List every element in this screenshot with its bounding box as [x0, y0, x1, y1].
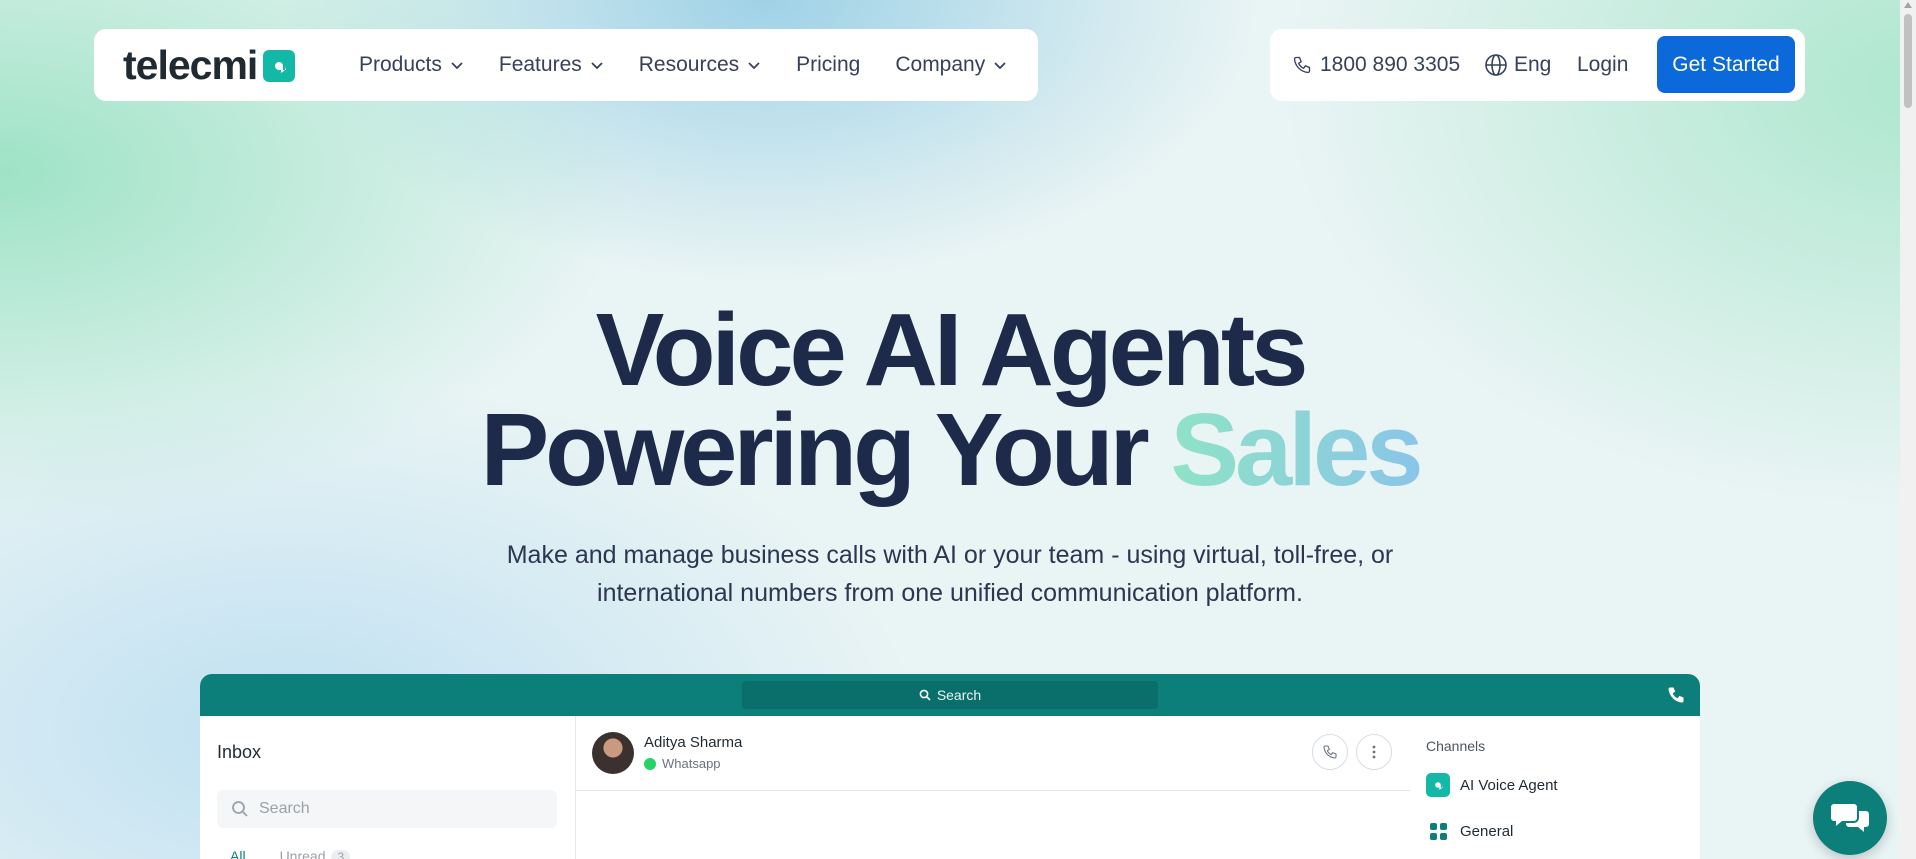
phone-icon[interactable] [1666, 685, 1686, 705]
tab-unread[interactable]: Unread 3 [280, 848, 351, 859]
nav-products-label: Products [359, 53, 442, 76]
nav-products[interactable]: Products [359, 53, 464, 77]
app-search-bar[interactable]: Search [742, 681, 1158, 709]
logo-wordmark: telecmi [123, 42, 258, 88]
language-label: Eng [1514, 53, 1552, 76]
avatar [592, 732, 634, 774]
tab-all[interactable]: All [230, 848, 246, 859]
more-vertical-icon [1372, 745, 1376, 759]
get-started-button[interactable]: Get Started [1657, 36, 1795, 93]
hero-title: Voice AI Agents Powering Your Sales [0, 292, 1900, 501]
nav-resources-label: Resources [638, 53, 740, 76]
inbox-title: Inbox [217, 742, 262, 762]
app-search-label: Search [936, 687, 982, 703]
nav-resources[interactable]: Resources [639, 53, 761, 77]
hero-title-prefix: Powering Your [480, 392, 1171, 507]
chat-bubbles-icon [1831, 804, 1869, 832]
nav-features[interactable]: Features [499, 53, 604, 77]
chevron-down-icon [994, 62, 1006, 70]
channel-label: AI Voice Agent [1460, 776, 1558, 794]
main-navigation: telecmi Products Features Resources Pric… [94, 29, 1038, 101]
live-chat-button[interactable] [1813, 781, 1887, 855]
more-options-button[interactable] [1356, 734, 1392, 770]
nav-pricing-label: Pricing [796, 53, 861, 76]
phone-icon [1323, 745, 1337, 759]
nav-company-label: Company [895, 53, 986, 76]
search-icon [919, 689, 931, 701]
phone-link[interactable]: 1800 890 3305 [1292, 29, 1460, 101]
logo-mark-icon [263, 49, 296, 82]
telecmi-logo[interactable]: telecmi [123, 42, 296, 88]
chevron-down-icon [748, 62, 760, 70]
tab-unread-label: Unread [279, 848, 326, 859]
scrollbar-thumb[interactable] [1904, 14, 1912, 108]
inbox-search-input[interactable]: Search [217, 790, 557, 828]
conversation-panel: Aditya Sharma Whatsapp [576, 716, 1410, 859]
grid-icon [1426, 819, 1450, 843]
hero-title-line1: Voice AI Agents [595, 292, 1309, 407]
phone-icon [1293, 56, 1311, 74]
language-selector[interactable]: Eng [1484, 29, 1551, 101]
channels-title: Channels [1426, 738, 1486, 754]
ai-agent-icon [1426, 773, 1450, 797]
channel-item-ai-voice-agent[interactable]: AI Voice Agent [1426, 773, 1558, 797]
inbox-panel: Inbox Search All Unread 3 [200, 716, 576, 859]
nav-actions: 1800 890 3305 Eng Login Get Started [1270, 29, 1805, 101]
search-icon [232, 801, 248, 817]
channel-label: General [1460, 822, 1514, 840]
nav-company[interactable]: Company [895, 53, 1007, 77]
app-preview: Search Inbox Search All Unread 3 Aditya S… [200, 674, 1700, 859]
hero-subtitle: Make and manage business calls with AI o… [506, 541, 1394, 607]
nav-features-label: Features [498, 53, 582, 76]
hero-title-accent: Sales [1170, 392, 1423, 507]
channels-panel: Channels AI Voice Agent General [1411, 716, 1700, 859]
contact-channel-label: Whatsapp [662, 756, 721, 771]
nav-menu: Products Features Resources Pricing Comp… [359, 29, 1042, 101]
login-link[interactable]: Login [1577, 29, 1628, 101]
phone-number: 1800 890 3305 [1320, 53, 1461, 76]
globe-icon [1485, 54, 1507, 76]
chevron-down-icon [591, 62, 603, 70]
inbox-search-placeholder: Search [259, 800, 310, 817]
call-button[interactable] [1312, 734, 1348, 770]
conversation-header: Aditya Sharma Whatsapp [576, 716, 1410, 791]
page-scrollbar[interactable] [1900, 0, 1916, 859]
unread-count-badge: 3 [331, 850, 351, 859]
contact-name: Aditya Sharma [644, 734, 743, 751]
whatsapp-icon [644, 757, 656, 770]
app-topbar: Search [200, 674, 1700, 716]
channel-item-general[interactable]: General [1426, 819, 1513, 843]
inbox-tabs: All Unread 3 [230, 848, 351, 859]
scroll-up-arrow-icon[interactable] [1904, 2, 1912, 8]
contact-channel: Whatsapp [644, 756, 721, 771]
hero-title-line2: Powering Your Sales [0, 398, 1900, 501]
nav-pricing[interactable]: Pricing [796, 53, 860, 77]
chevron-down-icon [451, 62, 463, 70]
